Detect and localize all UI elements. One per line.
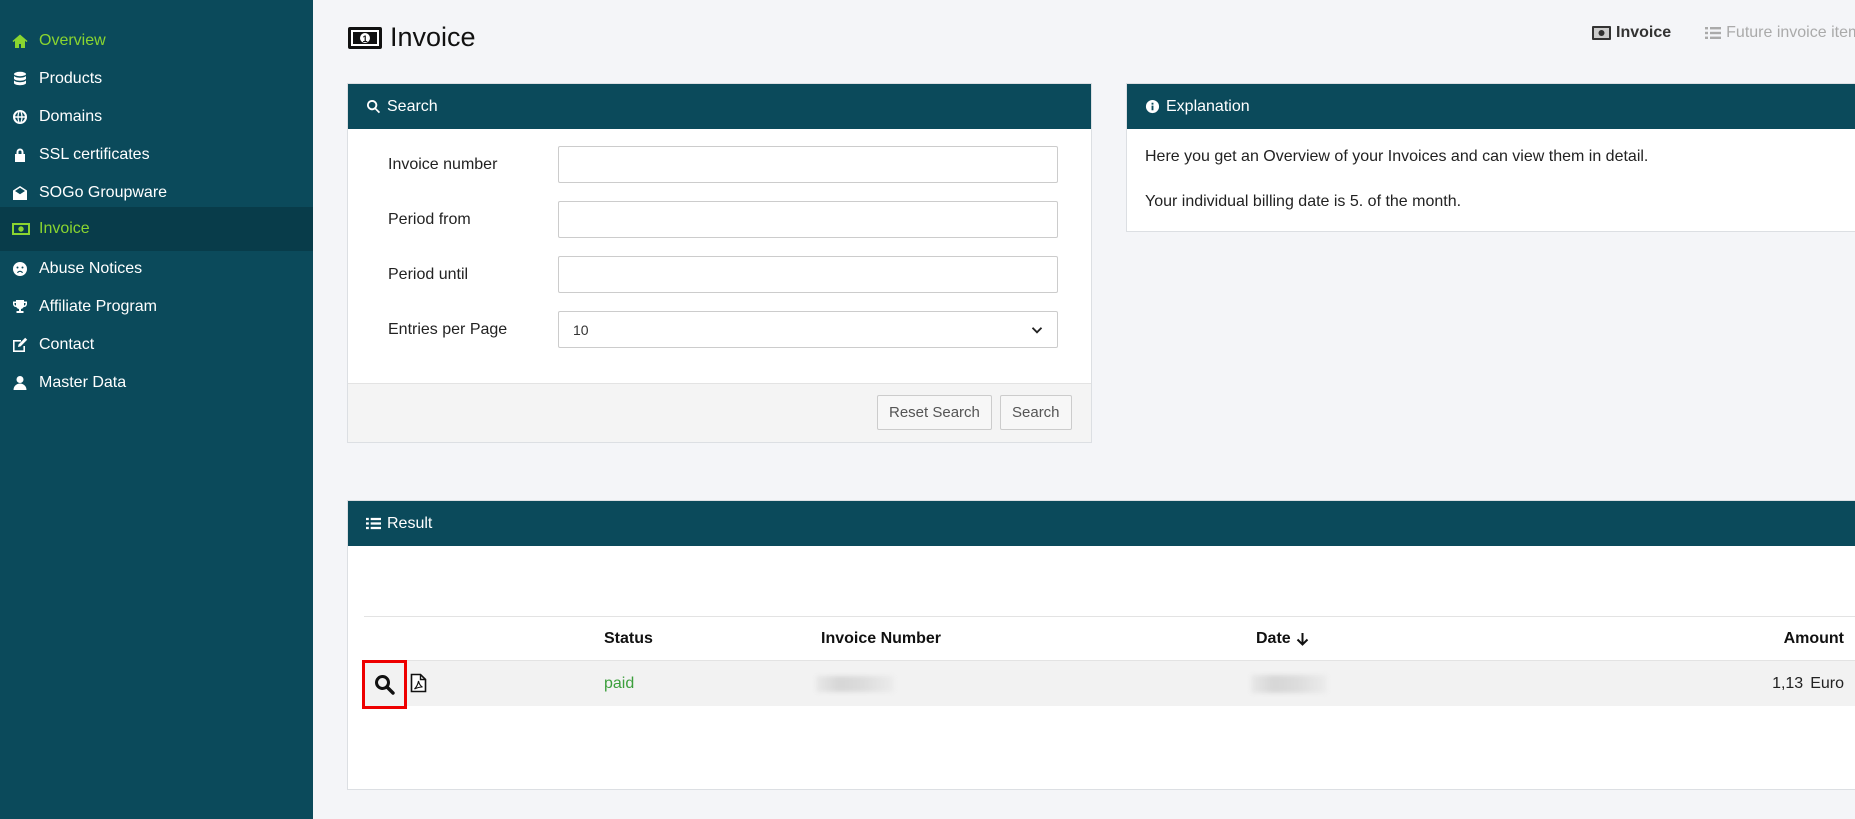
sidebar: Overview Products Domains SSL certificat…	[0, 0, 313, 819]
search-button[interactable]: Search	[1000, 395, 1072, 430]
search-icon	[375, 675, 395, 695]
column-header-date-label: Date	[1256, 629, 1291, 647]
status-badge: paid	[604, 674, 635, 692]
view-invoice-button[interactable]	[362, 660, 407, 709]
invoice-number-input[interactable]	[558, 146, 1058, 183]
page-title-text: Invoice	[390, 22, 476, 52]
explanation-text-overview: Here you get an Overview of your Invoice…	[1145, 148, 1649, 165]
pdf-file-icon[interactable]	[410, 673, 427, 693]
page-title: 1 Invoice	[348, 22, 476, 53]
sidebar-item-master-data[interactable]: Master Data	[0, 361, 313, 405]
sidebar-item-label: SOGo Groupware	[39, 184, 168, 201]
trophy-icon	[12, 299, 38, 315]
column-header-status[interactable]: Status	[604, 617, 653, 660]
entries-per-page-value: 10	[573, 321, 589, 338]
sidebar-item-label: Domains	[39, 108, 103, 125]
invoice-number-label: Invoice number	[388, 155, 498, 173]
sidebar-item-label: Products	[39, 70, 103, 87]
search-icon	[367, 99, 381, 114]
top-tabs: Invoice Future invoice item	[1592, 24, 1855, 42]
entries-per-page-select[interactable]: 10	[558, 311, 1058, 348]
money-bill-icon: 1	[348, 26, 382, 49]
period-until-row: Period until	[388, 256, 1058, 293]
sidebar-item-label: Affiliate Program	[39, 298, 157, 315]
period-from-input[interactable]	[558, 201, 1058, 238]
redacted-invoice-number	[816, 675, 894, 692]
column-header-amount[interactable]: Amount	[1784, 617, 1855, 660]
sidebar-item-label: Invoice	[39, 220, 90, 237]
sidebar-item-label: Abuse Notices	[39, 260, 143, 277]
amount-currency: Euro	[1810, 674, 1844, 692]
explanation-panel: Explanation Here you get an Overview of …	[1126, 83, 1855, 232]
list-icon	[366, 517, 381, 530]
entries-per-page-row: Entries per Page 10	[388, 311, 1058, 348]
sidebar-item-label: Overview	[39, 32, 106, 49]
home-icon	[12, 33, 38, 49]
sidebar-item-label: SSL certificates	[39, 146, 150, 163]
search-panel-header: Search	[348, 84, 1091, 129]
user-icon	[12, 375, 38, 391]
redacted-date	[1251, 674, 1327, 693]
result-table-header: Status Invoice Number Date Amount	[364, 616, 1855, 661]
explanation-text-billing-date: Your individual billing date is 5. of th…	[1145, 193, 1462, 210]
tab-future-invoice-item[interactable]: Future invoice item	[1705, 24, 1855, 42]
search-panel-title: Search	[387, 97, 438, 115]
database-icon	[12, 71, 38, 87]
period-from-label: Period from	[388, 210, 471, 228]
tab-future-invoice-item-label: Future invoice item	[1726, 24, 1855, 41]
info-icon	[1145, 99, 1160, 114]
entries-per-page-label: Entries per Page	[388, 320, 508, 338]
result-panel: Result Status Invoice Number Date Amount…	[347, 500, 1855, 790]
period-until-label: Period until	[388, 265, 469, 283]
invoice-number-cell	[816, 661, 894, 706]
explanation-panel-title: Explanation	[1166, 97, 1250, 115]
envelope-open-icon	[12, 185, 38, 201]
column-header-date[interactable]: Date	[1256, 617, 1309, 660]
tab-invoice[interactable]: Invoice	[1592, 24, 1671, 42]
list-icon	[1705, 27, 1722, 39]
tab-invoice-label: Invoice	[1616, 24, 1672, 41]
invoice-number-row: Invoice number	[388, 146, 1058, 183]
sidebar-item-invoice[interactable]: Invoice	[0, 207, 313, 251]
table-row: paid 1,13 Euro	[362, 660, 1855, 709]
sidebar-item-label: Contact	[39, 336, 95, 353]
period-until-input[interactable]	[558, 256, 1058, 293]
frown-icon	[12, 261, 38, 277]
column-header-invoice-number[interactable]: Invoice Number	[821, 617, 941, 660]
amount-value: 1,13	[1772, 674, 1804, 692]
lock-icon	[12, 147, 38, 163]
chevron-down-icon	[1031, 326, 1043, 334]
period-from-row: Period from	[388, 201, 1058, 238]
edit-icon	[12, 337, 38, 353]
reset-search-button[interactable]: Reset Search	[877, 395, 992, 430]
date-cell	[1251, 661, 1327, 706]
sidebar-item-label: Master Data	[39, 374, 127, 391]
money-bill-icon	[12, 223, 38, 235]
search-panel-footer: Reset Search Search	[348, 383, 1091, 442]
svg-text:1: 1	[362, 34, 367, 44]
sort-arrow-down-icon	[1296, 632, 1308, 646]
globe-icon	[12, 109, 38, 125]
result-panel-header: Result	[348, 501, 1855, 546]
money-bill-icon	[1592, 26, 1611, 40]
search-panel: Search Invoice number Period from Period…	[347, 83, 1092, 443]
amount-cell: 1,13 Euro	[1772, 661, 1844, 706]
explanation-panel-header: Explanation	[1127, 84, 1855, 129]
result-panel-title: Result	[387, 514, 433, 532]
